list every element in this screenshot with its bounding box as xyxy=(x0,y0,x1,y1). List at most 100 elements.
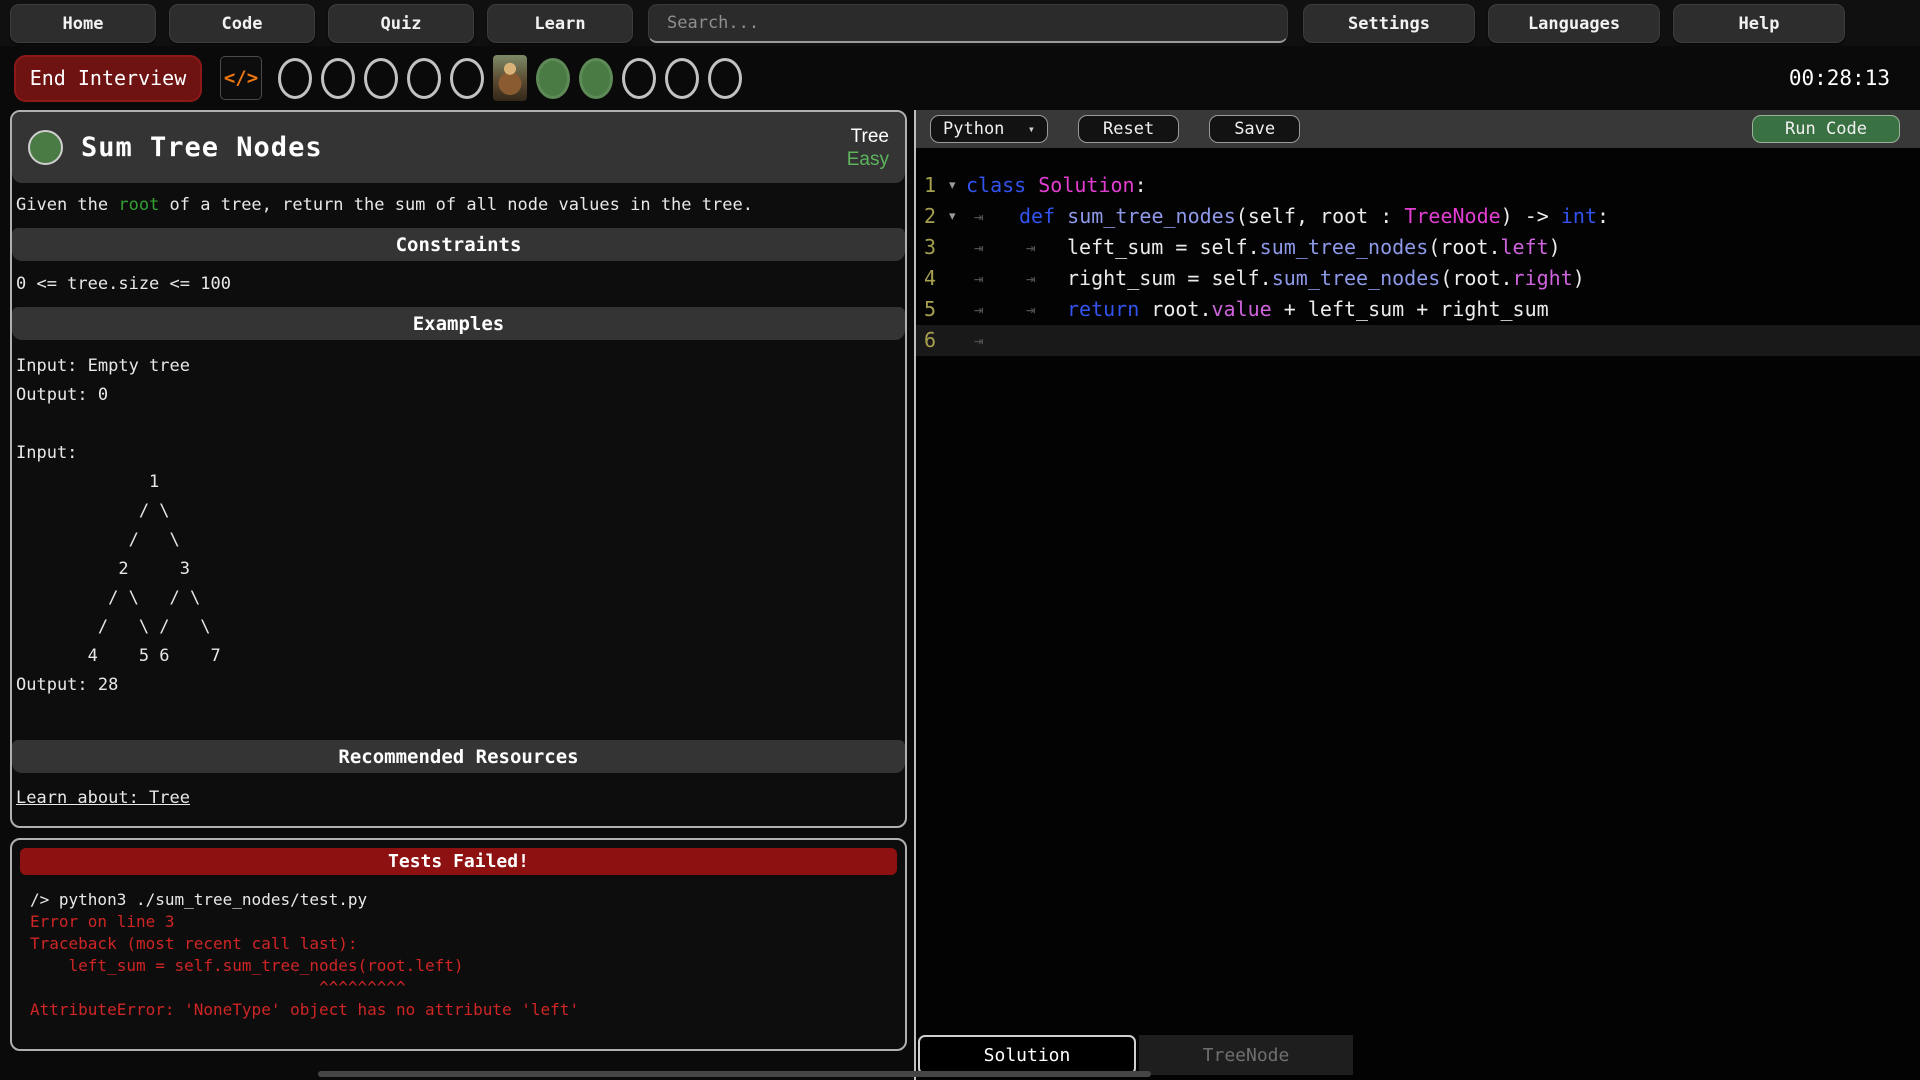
question-dot-10[interactable] xyxy=(665,58,699,99)
code-token: sum_tree_nodes xyxy=(1272,266,1441,290)
line-number: 4 xyxy=(924,263,936,294)
resources-header: Recommended Resources xyxy=(12,740,905,773)
question-dot-2[interactable] xyxy=(321,58,355,99)
line-number: 6 xyxy=(924,325,936,356)
code-token: Solution xyxy=(1038,173,1134,197)
code-text: left_sum = self.sum_tree_nodes(root.left… xyxy=(1067,232,1561,263)
code-token: (root. xyxy=(1428,235,1500,259)
code-text: right_sum = self.sum_tree_nodes(root.rig… xyxy=(1067,263,1585,294)
question-dot-7[interactable] xyxy=(536,58,570,99)
problem-header: Sum Tree Nodes Tree Easy xyxy=(12,112,905,183)
timer: 00:28:13 xyxy=(1789,66,1890,90)
solved-indicator xyxy=(28,130,63,165)
test-output-line: ^^^^^^^^^ xyxy=(30,977,897,999)
question-dot-8[interactable] xyxy=(579,58,613,99)
constraint-item: 0 <= tree.size <= 100 xyxy=(12,271,905,297)
question-dot-11[interactable] xyxy=(708,58,742,99)
code-token: (self, root : xyxy=(1236,204,1405,228)
tab-indent-icon: ⇥ xyxy=(974,263,984,294)
code-token: : xyxy=(1135,173,1147,197)
reset-button[interactable]: Reset xyxy=(1078,115,1179,143)
question-dot-1[interactable] xyxy=(278,58,312,99)
tab-indent-icon: ⇥ xyxy=(1026,232,1036,263)
test-output-line: AttributeError: 'NoneType' object has no… xyxy=(30,999,897,1021)
editor-tab-treenode[interactable]: TreeNode xyxy=(1139,1035,1353,1075)
tab-indent-icon: ⇥ xyxy=(974,294,984,325)
code-line-6: 6⇥ xyxy=(916,325,1920,356)
question-dot-3[interactable] xyxy=(364,58,398,99)
code-token: sum_tree_nodes xyxy=(1067,204,1236,228)
example-line: / \ xyxy=(16,497,901,526)
line-number: 1 xyxy=(924,170,936,201)
code-editor[interactable]: 1▾class Solution:2▾⇥def sum_tree_nodes(s… xyxy=(916,148,1920,1030)
test-output-line: left_sum = self.sum_tree_nodes(root.left… xyxy=(30,955,897,977)
code-token: ) -> xyxy=(1501,204,1561,228)
editor-panel: Python ▾ Reset Save Run Code 1 ▾ class Sol… xyxy=(914,110,1920,1080)
example-line: Input: xyxy=(16,439,901,468)
end-interview-button[interactable]: End Interview xyxy=(14,55,202,102)
code-icon-glyph: </> xyxy=(224,67,258,89)
code-token: ) xyxy=(1549,235,1561,259)
examples-header: Examples xyxy=(12,307,905,340)
example-line: 2 3 xyxy=(16,555,901,584)
code-token: + left_sum + right_sum xyxy=(1272,297,1549,321)
example-line xyxy=(16,410,901,439)
nav-tab-home[interactable]: Home xyxy=(10,4,156,43)
code-icon: </> xyxy=(220,56,262,100)
language-select-value: Python xyxy=(943,119,1004,139)
description-text: root xyxy=(118,195,159,215)
fold-chevron-icon[interactable]: ▾ xyxy=(949,201,956,232)
nav-tab-help[interactable]: Help xyxy=(1673,4,1845,43)
editor-tab-solution[interactable]: Solution xyxy=(918,1035,1136,1075)
example-line: 1 xyxy=(16,468,901,497)
fold-chevron-icon[interactable]: ▾ xyxy=(949,170,956,201)
code-token: left xyxy=(1500,235,1548,259)
code-token: return xyxy=(1067,297,1151,321)
nav-tab-learn[interactable]: Learn xyxy=(487,4,633,43)
code-token: right xyxy=(1513,266,1573,290)
problem-difficulty: Easy xyxy=(847,148,889,171)
test-output-line: Error on line 3 xyxy=(30,911,897,933)
tab-indent-icon: ⇥ xyxy=(974,325,984,356)
app-window: HomeCodeQuizLearn SettingsLanguagesHelp … xyxy=(0,0,1920,1080)
session-toolbar: End Interview </> 00:28:13 xyxy=(0,50,1920,106)
code-text: return root.value + left_sum + right_sum xyxy=(1067,294,1549,325)
tests-status-banner: Tests Failed! xyxy=(20,848,897,875)
resource-link[interactable]: Learn about: Tree xyxy=(16,788,190,808)
bottom-scrollbar[interactable] xyxy=(318,1071,1151,1077)
code-text: class Solution: xyxy=(966,170,1147,201)
chevron-down-icon: ▾ xyxy=(1028,122,1035,136)
nav-right-tabs: Settings Languages Help xyxy=(1290,4,1845,43)
nav-tab-settings[interactable]: Settings xyxy=(1303,4,1475,43)
example-line: / \ / \ xyxy=(16,613,901,642)
question-progress xyxy=(278,55,751,101)
nav-tab-quiz[interactable]: Quiz xyxy=(328,4,474,43)
constraints-header: Constraints xyxy=(12,228,905,261)
problem-title: Sum Tree Nodes xyxy=(81,132,323,163)
code-token: int xyxy=(1561,204,1597,228)
code-token: class xyxy=(966,173,1038,197)
avatar[interactable] xyxy=(493,55,527,101)
code-token: sum_tree_nodes xyxy=(1260,235,1429,259)
editor-toolbar: Python ▾ Reset Save Run Code xyxy=(916,110,1920,148)
code-line-1: 1 ▾ class Solution: xyxy=(916,170,1920,201)
description-text: of a tree, return the sum of all node va… xyxy=(159,195,753,215)
test-output: /> python3 ./sum_tree_nodes/test.pyError… xyxy=(20,889,897,1021)
description-text: Given the xyxy=(16,195,118,215)
tab-indent-icon: ⇥ xyxy=(974,201,984,232)
question-dot-4[interactable] xyxy=(407,58,441,99)
problem-panel: Sum Tree Nodes Tree Easy Given the root … xyxy=(10,110,907,828)
tab-indent-icon: ⇥ xyxy=(1026,263,1036,294)
question-dot-9[interactable] xyxy=(622,58,656,99)
save-button[interactable]: Save xyxy=(1209,115,1300,143)
nav-tab-languages[interactable]: Languages xyxy=(1488,4,1660,43)
line-number: 5 xyxy=(924,294,936,325)
code-token: (root. xyxy=(1440,266,1512,290)
run-code-button[interactable]: Run Code xyxy=(1752,115,1900,143)
question-dot-5[interactable] xyxy=(450,58,484,99)
code-token: ) xyxy=(1573,266,1585,290)
code-token: root. xyxy=(1151,297,1211,321)
nav-tab-code[interactable]: Code xyxy=(169,4,315,43)
search-input[interactable] xyxy=(648,4,1288,43)
language-select[interactable]: Python ▾ xyxy=(930,115,1048,143)
